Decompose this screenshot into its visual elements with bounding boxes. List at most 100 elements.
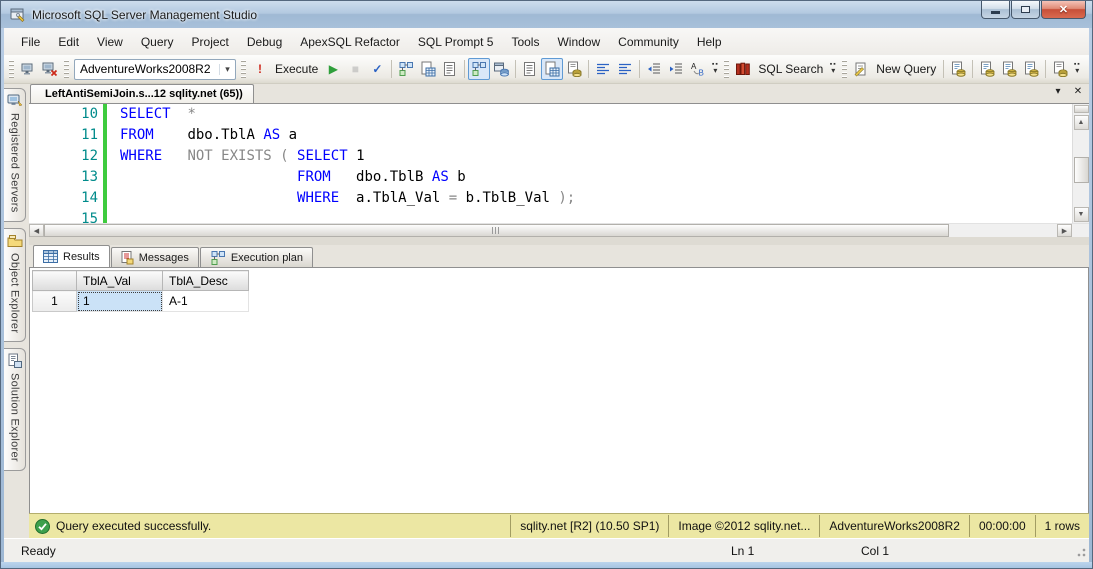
scroll-left-icon[interactable]: ◀ <box>29 224 44 237</box>
results-to-text-icon[interactable] <box>519 58 541 80</box>
active-files-dropdown-icon[interactable]: ▾ <box>1051 86 1065 97</box>
comment-icon[interactable] <box>592 58 614 80</box>
increase-indent-icon[interactable] <box>665 58 687 80</box>
menu-item-file[interactable]: File <box>12 31 49 53</box>
code-area[interactable]: SELECT * FROM dbo.TblA AS a WHERE NOT EXIS… <box>107 104 1072 223</box>
success-icon <box>35 518 50 534</box>
menu-item-project[interactable]: Project <box>183 31 238 53</box>
execute-hint-icon[interactable]: ! <box>249 58 271 80</box>
menu-item-view[interactable]: View <box>88 31 132 53</box>
xmla-query-icon[interactable] <box>1020 58 1042 80</box>
change-connection-icon[interactable] <box>39 58 61 80</box>
template-params-icon[interactable]: AB <box>687 58 709 80</box>
split-handle[interactable] <box>1073 105 1089 113</box>
menu-item-edit[interactable]: Edit <box>49 31 88 53</box>
toolbar-overflow-button[interactable]: ▪▪ ▾ <box>1071 58 1083 80</box>
grid-column-header-tbla_val[interactable]: TblA_Val <box>76 270 163 291</box>
hscroll-thumb[interactable] <box>44 224 949 237</box>
client-statistics-icon[interactable] <box>490 58 512 80</box>
sidebar-tab-solution-explorer[interactable]: Solution Explorer <box>4 347 26 471</box>
close-button[interactable]: ✕ <box>1041 1 1086 19</box>
parse-icon[interactable]: ✓ <box>366 58 388 80</box>
combo-dropdown-icon[interactable]: ▾ <box>219 63 235 75</box>
editor-vertical-scrollbar[interactable]: ▲ ▼ <box>1072 104 1089 223</box>
toolbar-grip[interactable] <box>64 60 69 78</box>
sql-editor[interactable]: 10 11 12 13 14 15 SELECT * FROM dbo.TblA AS aW… <box>29 104 1089 223</box>
menu-item-query[interactable]: Query <box>132 31 183 53</box>
results-tab-execution-plan[interactable]: Execution plan <box>199 247 313 267</box>
resize-grip[interactable] <box>1073 543 1087 558</box>
menu-item-help[interactable]: Help <box>688 31 731 53</box>
sidebar-tab-registered-servers[interactable]: Registered Servers <box>4 88 26 222</box>
new-query-icon[interactable] <box>850 58 872 80</box>
code-line[interactable]: WHERE a.TblA_Val = b.TblB_Val ); <box>120 188 1072 209</box>
results-tab-messages[interactable]: Messages <box>110 247 199 267</box>
stop-icon[interactable]: ■ <box>344 58 366 80</box>
code-line[interactable] <box>120 209 1072 223</box>
design-query-icon[interactable] <box>439 58 461 80</box>
selected-database: AdventureWorks2008R2 <box>80 62 211 76</box>
dmx-query-icon[interactable] <box>998 58 1020 80</box>
debug-play-icon[interactable]: ▶ <box>322 58 344 80</box>
grid-row-header[interactable]: 1 <box>32 290 77 312</box>
maximize-button[interactable] <box>1011 1 1040 19</box>
menu-item-apexsql-refactor[interactable]: ApexSQL Refactor <box>291 31 409 53</box>
execute-button[interactable]: Execute <box>271 62 322 76</box>
grid-column-header-tbla_desc[interactable]: TblA_Desc <box>162 270 249 291</box>
toolbar-grip[interactable] <box>842 60 848 78</box>
database-engine-query-icon[interactable] <box>947 58 969 80</box>
title-bar[interactable]: Microsoft SQL Server Management Studio ✕ <box>1 1 1092 28</box>
analysis-script-icon[interactable] <box>1049 58 1071 80</box>
minimize-button[interactable] <box>981 1 1010 19</box>
estimated-plan-icon[interactable] <box>395 58 417 80</box>
query-options-icon[interactable] <box>417 58 439 80</box>
document-tab[interactable]: LeftAntiSemiJoin.s...12 sqlity.net (65)) <box>30 84 254 103</box>
sql-search-button[interactable]: SQL Search <box>754 62 827 76</box>
connect-icon[interactable] <box>17 58 39 80</box>
results-tab-results[interactable]: Results <box>33 245 110 267</box>
execute-hint-icon: ! <box>258 62 262 76</box>
menu-item-sql-prompt-5[interactable]: SQL Prompt 5 <box>409 31 503 53</box>
window-bottom-border <box>1 562 1092 568</box>
code-line[interactable]: FROM dbo.TblB AS b <box>120 167 1072 188</box>
execution-plan-icon <box>210 250 226 266</box>
close-document-icon[interactable]: ✕ <box>1071 86 1085 97</box>
code-line[interactable]: SELECT * <box>120 104 1072 125</box>
new-query-button[interactable]: New Query <box>872 62 940 76</box>
menu-item-debug[interactable]: Debug <box>238 31 291 53</box>
grid-cell[interactable]: A-1 <box>162 290 249 312</box>
vscroll-thumb[interactable] <box>1073 156 1089 183</box>
uncomment-icon[interactable] <box>614 58 636 80</box>
code-line[interactable]: WHERE NOT EXISTS ( SELECT 1 <box>120 146 1072 167</box>
vscroll-track[interactable] <box>1073 131 1089 206</box>
actual-plan-toggle[interactable] <box>468 58 491 80</box>
menu-item-window[interactable]: Window <box>548 31 609 53</box>
sidebar-tab-object-explorer[interactable]: Object Explorer <box>4 227 26 342</box>
results-to-file-icon[interactable] <box>563 58 585 80</box>
available-databases-combobox[interactable]: AdventureWorks2008R2 ▾ <box>74 58 236 80</box>
solution-explorer-icon <box>7 353 23 369</box>
toolbar-overflow-button[interactable]: ▪▪ ▾ <box>827 58 839 80</box>
menu-bar: File Edit View Query Project Debug ApexSQL Ref… <box>4 28 1089 55</box>
grid-corner-header[interactable] <box>32 270 77 291</box>
scroll-down-icon[interactable]: ▼ <box>1073 207 1089 222</box>
toolbar-grip[interactable] <box>9 60 14 78</box>
toolbar-separator <box>1045 60 1047 78</box>
mdx-query-icon[interactable] <box>976 58 998 80</box>
menu-item-tools[interactable]: Tools <box>502 31 548 53</box>
results-splitter[interactable] <box>29 237 1089 245</box>
grid-cell[interactable]: 1 <box>76 290 163 312</box>
menu-item-community[interactable]: Community <box>609 31 688 53</box>
code-line[interactable]: FROM dbo.TblA AS a <box>120 125 1072 146</box>
decrease-indent-icon[interactable] <box>643 58 665 80</box>
sidebar-tab-label: Solution Explorer <box>8 372 21 462</box>
scroll-up-icon[interactable]: ▲ <box>1073 115 1089 130</box>
sql-search-icon[interactable] <box>732 58 754 80</box>
scroll-right-icon[interactable]: ▶ <box>1057 224 1072 237</box>
toolbar-grip[interactable] <box>241 60 246 78</box>
results-grid-panel[interactable]: TblA_Val TblA_Desc 1 1 A-1 <box>29 267 1089 513</box>
results-to-grid-toggle[interactable] <box>541 58 564 80</box>
toolbar-grip[interactable] <box>724 60 730 78</box>
toolbar-overflow-button[interactable]: ▪▪ ▾ <box>709 58 721 80</box>
editor-horizontal-scrollbar[interactable]: ◀ ▶ <box>29 223 1089 237</box>
